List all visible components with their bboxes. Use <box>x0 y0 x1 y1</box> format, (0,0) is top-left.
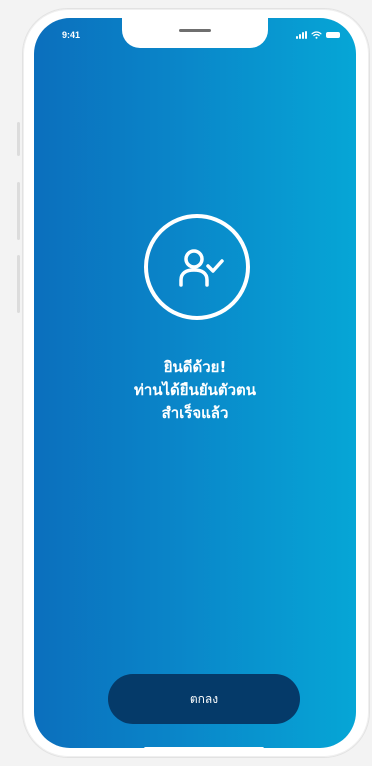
home-indicator[interactable] <box>144 747 264 748</box>
wifi-icon <box>311 31 322 39</box>
signal-icon <box>296 31 307 39</box>
device-stage: 9:41 ยินดีด้วย! ท่านได้ยืนยันตัวตน สำเร็… <box>0 0 372 766</box>
mute-switch <box>17 122 20 156</box>
success-message: ยินดีด้วย! ท่านได้ยืนยันตัวตน สำเร็จแล้ว <box>34 356 356 425</box>
user-check-icon <box>179 249 224 287</box>
volume-down-button <box>17 255 20 313</box>
ok-button[interactable]: ตกลง <box>108 674 300 724</box>
success-line-2: ท่านได้ยืนยันตัวตน <box>133 381 257 399</box>
notch <box>122 18 268 48</box>
success-title: ยินดีด้วย! <box>163 358 227 376</box>
status-icons <box>296 30 340 40</box>
app-screen: 9:41 ยินดีด้วย! ท่านได้ยืนยันตัวตน สำเร็… <box>34 18 356 748</box>
battery-icon <box>326 32 340 38</box>
status-time: 9:41 <box>62 30 81 40</box>
volume-up-button <box>17 182 20 240</box>
success-line-3: สำเร็จแล้ว <box>161 404 229 422</box>
verification-badge <box>144 214 250 320</box>
speaker-grille <box>179 29 211 32</box>
